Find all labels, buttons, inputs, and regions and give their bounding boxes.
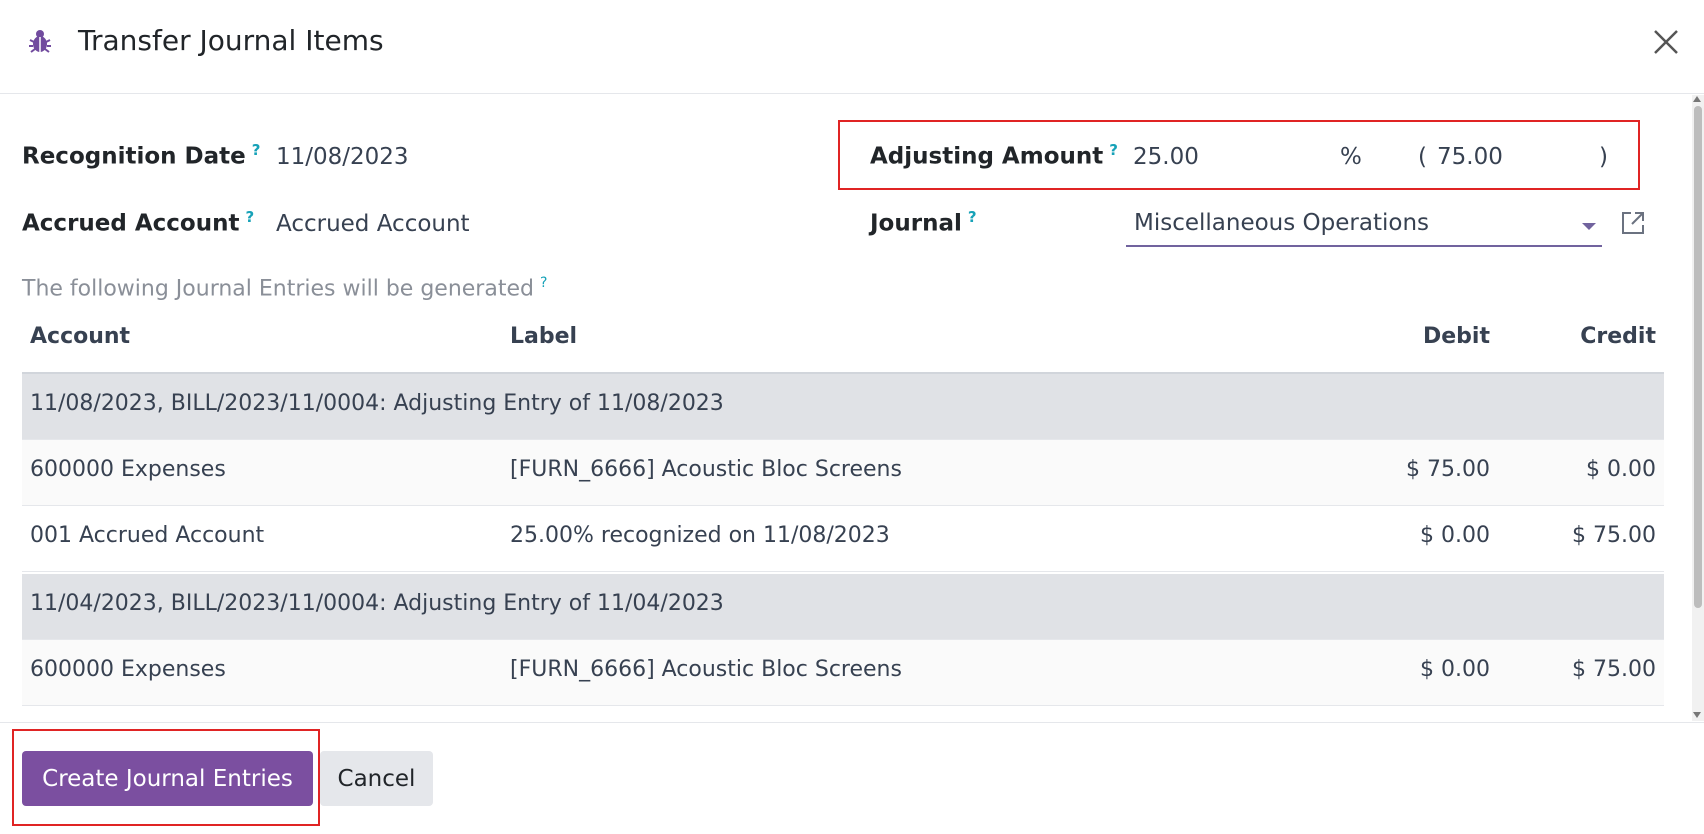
column-header-debit[interactable]: Debit [1272,324,1490,349]
percent-symbol: % [1340,144,1362,170]
help-icon[interactable]: ? [540,275,547,291]
help-icon[interactable]: ? [252,141,261,159]
column-header-account[interactable]: Account [30,324,130,349]
journal-label: Journal? [870,208,977,237]
debit-cell: $ 0.00 [1420,523,1490,548]
cancel-button[interactable]: Cancel [320,751,433,806]
help-icon[interactable]: ? [245,208,254,226]
credit-cell: $ 0.00 [1586,457,1656,482]
column-header-credit[interactable]: Credit [1462,324,1656,349]
table-header: Account Label Debit Credit [22,310,1664,374]
account-cell: 001 Accrued Account [30,523,265,548]
adjusting-amount-label: Adjusting Amount? [870,141,1118,170]
close-icon[interactable] [1650,26,1682,58]
account-cell: 600000 Expenses [30,457,226,482]
accrued-account-label: Accrued Account? [22,208,255,237]
bug-icon [29,30,51,53]
table-row[interactable]: 600000 Expenses [FURN_6666] Acoustic Blo… [22,440,1664,506]
journal-value: Miscellaneous Operations [1134,210,1430,236]
label-cell: 25.00% recognized on 11/08/2023 [510,523,890,548]
table-group-row[interactable]: 11/04/2023, BILL/2023/11/0004: Adjusting… [22,574,1664,640]
info-text: The following Journal Entries will be ge… [22,275,548,302]
group-title: 11/08/2023, BILL/2023/11/0004: Adjusting… [30,391,724,416]
label-cell: [FURN_6666] Acoustic Bloc Screens [510,457,902,482]
help-icon[interactable]: ? [968,208,977,226]
column-header-label[interactable]: Label [510,324,577,349]
scrollbar-thumb[interactable] [1694,106,1702,608]
external-link-icon[interactable] [1620,210,1646,236]
create-journal-entries-button[interactable]: Create Journal Entries [22,751,313,806]
chevron-down-icon[interactable] [1582,223,1596,230]
debit-cell: $ 0.00 [1420,657,1490,682]
debit-cell: $ 75.00 [1406,457,1490,482]
amount-close-paren: ) [1599,144,1608,170]
table-row[interactable]: 600000 Expenses [FURN_6666] Acoustic Blo… [22,640,1664,706]
recognition-date-label: Recognition Date? [22,141,261,170]
account-cell: 600000 Expenses [30,657,226,682]
accrued-account-field[interactable]: Accrued Account [276,211,470,237]
label-cell: [FURN_6666] Acoustic Bloc Screens [510,657,902,682]
table-row[interactable]: 001 Accrued Account 25.00% recognized on… [22,506,1664,572]
adjusting-amount-computed[interactable]: 75.00 [1437,144,1503,170]
credit-cell: $ 75.00 [1572,523,1656,548]
scroll-down-icon[interactable] [1693,712,1701,718]
group-title: 11/04/2023, BILL/2023/11/0004: Adjusting… [30,591,724,616]
adjusting-amount-input[interactable]: 25.00 [1133,144,1199,170]
dialog-header: Transfer Journal Items [0,0,1704,94]
dialog-title: Transfer Journal Items [78,24,384,57]
scroll-up-icon[interactable] [1693,96,1701,102]
table-group-row[interactable]: 11/08/2023, BILL/2023/11/0004: Adjusting… [22,374,1664,440]
journal-select[interactable]: Miscellaneous Operations [1126,205,1602,247]
credit-cell: $ 75.00 [1572,657,1656,682]
help-icon[interactable]: ? [1109,141,1118,159]
amount-open-paren: ( [1418,144,1427,170]
recognition-date-field[interactable]: 11/08/2023 [276,144,409,170]
